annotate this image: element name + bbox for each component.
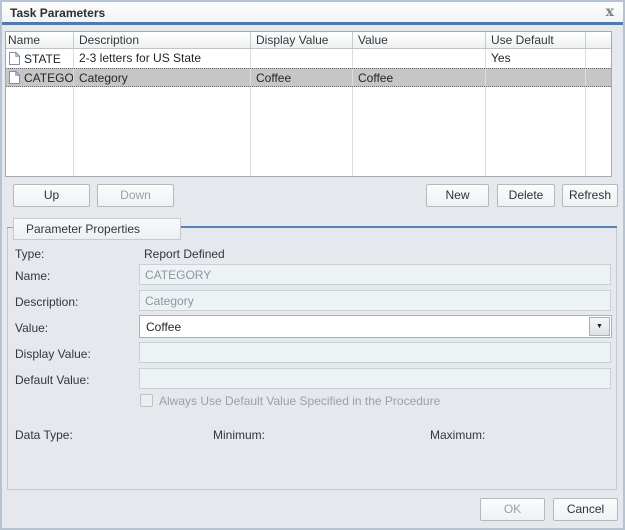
- description-field[interactable]: [139, 290, 611, 311]
- param-description: 2-3 letters for US State: [74, 49, 251, 68]
- column-header-blank: [586, 32, 611, 48]
- groupbox-legend: Parameter Properties: [13, 218, 181, 240]
- groupbox-top-line: [181, 226, 617, 228]
- always-use-default-label: Always Use Default Value Specified in th…: [159, 394, 440, 408]
- default-value-field[interactable]: [139, 368, 611, 389]
- down-button[interactable]: Down: [97, 184, 174, 207]
- table-header-row: Name Description Display Value Value Use…: [6, 32, 611, 49]
- close-icon[interactable]: x: [606, 4, 614, 20]
- refresh-button[interactable]: Refresh: [562, 184, 618, 207]
- ok-button[interactable]: OK: [480, 498, 545, 521]
- table-empty-area: [6, 87, 611, 176]
- column-header-value: Value: [353, 32, 486, 48]
- task-parameters-dialog: Task Parameters x Name Description Displ…: [0, 0, 625, 530]
- value-combobox[interactable]: Coffee ▼: [139, 315, 612, 338]
- dialog-title: Task Parameters: [10, 6, 105, 20]
- name-field[interactable]: [139, 264, 611, 285]
- param-use-default: [486, 69, 586, 86]
- default-value-label: Default Value:: [15, 373, 90, 387]
- column-header-name: Name: [6, 32, 74, 48]
- table-row[interactable]: STATE 2-3 letters for US State Yes: [6, 49, 611, 68]
- new-button[interactable]: New: [426, 184, 489, 207]
- param-name: STATE: [24, 50, 61, 68]
- param-use-default: Yes: [486, 49, 586, 68]
- cancel-button[interactable]: Cancel: [553, 498, 618, 521]
- document-icon: [8, 70, 21, 85]
- column-header-description: Description: [74, 32, 251, 48]
- maximum-label: Maximum:: [430, 428, 485, 442]
- title-accent-line: [2, 22, 623, 25]
- chevron-down-icon[interactable]: ▼: [589, 317, 610, 336]
- delete-button[interactable]: Delete: [497, 184, 555, 207]
- type-value: Report Defined: [144, 247, 225, 261]
- column-header-display-value: Display Value: [251, 32, 353, 48]
- value-label: Value:: [15, 321, 48, 335]
- param-value: [353, 49, 486, 68]
- title-bar: Task Parameters x: [2, 2, 623, 22]
- param-name: CATEGORY: [24, 69, 74, 86]
- minimum-label: Minimum:: [213, 428, 265, 442]
- up-button[interactable]: Up: [13, 184, 90, 207]
- display-value-label: Display Value:: [15, 347, 91, 361]
- document-icon: [8, 51, 21, 66]
- type-label: Type:: [15, 247, 44, 261]
- display-value-field[interactable]: [139, 342, 611, 363]
- always-use-default-checkbox[interactable]: [140, 394, 153, 407]
- data-type-label: Data Type:: [15, 428, 73, 442]
- param-description: Category: [74, 69, 251, 86]
- column-header-use-default: Use Default: [486, 32, 586, 48]
- param-display-value: Coffee: [251, 69, 353, 86]
- parameters-table: Name Description Display Value Value Use…: [5, 31, 612, 177]
- value-combobox-text: Coffee: [146, 320, 181, 334]
- param-value: Coffee: [353, 69, 486, 86]
- param-display-value: [251, 49, 353, 68]
- name-label: Name:: [15, 269, 50, 283]
- description-label: Description:: [15, 295, 78, 309]
- table-row-selected[interactable]: CATEGORY Category Coffee Coffee: [6, 68, 611, 87]
